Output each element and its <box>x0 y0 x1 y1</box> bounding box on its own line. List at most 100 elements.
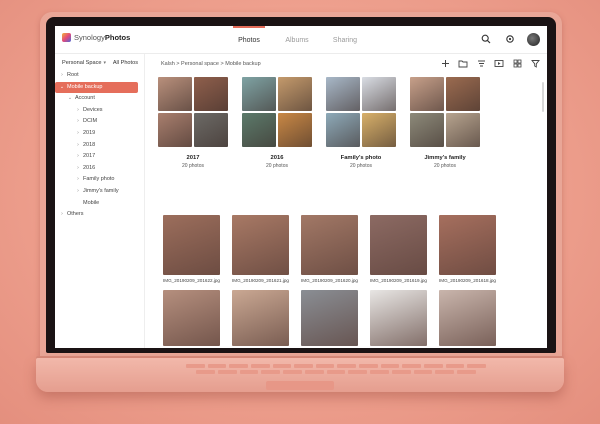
chevron-right-icon[interactable]: › <box>75 163 81 175</box>
app-logo: SynologyPhotos <box>62 33 130 42</box>
photo-item[interactable] <box>439 290 496 346</box>
chevron-down-icon[interactable]: ⌄ <box>59 82 65 94</box>
sidebar: Personal Space ▾ All Photos › Root ⌄ Mobile… <box>55 54 145 348</box>
album-thumb-photo <box>158 77 192 111</box>
photo-grid: IMG_20190209_201622.jpg IMG_20190209_2016… <box>163 215 496 346</box>
tab-photos[interactable]: Photos <box>225 26 273 54</box>
sidebar-item-devices[interactable]: › Devices <box>55 105 144 117</box>
photo-thumbnail[interactable] <box>232 290 289 346</box>
sidebar-item-label: Root <box>67 72 79 78</box>
photo-filename: IMG_20190209_201620.jpg <box>301 278 358 283</box>
folder-add-icon[interactable] <box>457 57 469 69</box>
album-thumb-photo <box>446 113 480 147</box>
chevron-right-icon[interactable]: › <box>75 140 81 152</box>
sidebar-item-2019[interactable]: › 2019 <box>55 128 144 140</box>
sidebar-item-label: 2018 <box>83 141 96 148</box>
photo-item[interactable] <box>301 290 358 346</box>
photo-item[interactable]: IMG_20190209_201618.jpg <box>439 215 496 283</box>
sidebar-item-label: 2017 <box>83 153 96 160</box>
main-content: Kalsh > Personal space > Mobile backup 2… <box>146 54 547 348</box>
album-photo-count: 20 photos <box>350 163 372 169</box>
chevron-down-icon[interactable]: ⌄ <box>67 93 73 105</box>
photo-item[interactable] <box>370 290 427 346</box>
album-card[interactable]: 2016 20 photos <box>242 77 312 169</box>
sidebar-item-dcim[interactable]: › DCIM <box>55 116 144 128</box>
photo-item[interactable]: IMG_20190209_201619.jpg <box>370 215 427 283</box>
chevron-right-icon[interactable]: › <box>59 70 65 82</box>
add-icon[interactable] <box>439 57 451 69</box>
sidebar-item-mobile[interactable]: Mobile <box>55 198 144 210</box>
album-card[interactable]: 2017 20 photos <box>158 77 228 169</box>
sidebar-item-jimmy-s-family[interactable]: › Jimmy's family <box>55 186 144 198</box>
photo-thumbnail[interactable] <box>163 215 220 275</box>
search-icon[interactable] <box>479 32 493 46</box>
photo-item[interactable]: IMG_20190209_201621.jpg <box>232 215 289 283</box>
album-card[interactable]: Family's photo 20 photos <box>326 77 396 169</box>
toolbar <box>439 57 541 69</box>
scrollbar[interactable] <box>542 82 544 112</box>
sidebar-item-2018[interactable]: › 2018 <box>55 140 144 152</box>
app-header: SynologyPhotos Photos Albums Sharing <box>55 26 547 54</box>
chevron-right-icon[interactable]: › <box>75 151 81 163</box>
chevron-right-icon[interactable]: › <box>75 128 81 140</box>
sidebar-item-others[interactable]: › Others <box>55 209 144 221</box>
photo-thumbnail[interactable] <box>439 290 496 346</box>
sidebar-item-family-photo[interactable]: › Family photo <box>55 174 144 186</box>
touchpad <box>266 381 334 390</box>
sidebar-item-mobile-backup[interactable]: ⌄ Mobile backup <box>55 81 138 94</box>
settings-icon[interactable] <box>503 32 517 46</box>
sidebar-item-label: 2016 <box>83 164 96 171</box>
chevron-right-icon[interactable]: › <box>75 105 81 117</box>
app-window: SynologyPhotos Photos Albums Sharing Per… <box>55 26 547 348</box>
chevron-right-icon[interactable]: › <box>75 116 81 128</box>
album-thumb-photo <box>242 113 276 147</box>
header-actions <box>479 32 540 46</box>
photo-filename: IMG_20190209_201621.jpg <box>232 278 289 283</box>
photo-filename: IMG_20190209_201618.jpg <box>439 278 496 283</box>
album-thumb-photo <box>242 77 276 111</box>
photo-thumbnail[interactable] <box>370 290 427 346</box>
synology-logo-icon <box>62 33 71 42</box>
space-selector[interactable]: Personal Space ▾ <box>62 60 106 66</box>
tab-sharing[interactable]: Sharing <box>321 26 369 54</box>
chevron-right-icon[interactable]: › <box>75 186 81 198</box>
album-thumb-photo <box>278 77 312 111</box>
photo-thumbnail[interactable] <box>439 215 496 275</box>
slideshow-icon[interactable] <box>493 57 505 69</box>
tab-albums[interactable]: Albums <box>273 26 321 54</box>
sidebar-item-label: DCIM <box>83 118 98 125</box>
photo-item[interactable]: IMG_20190209_201620.jpg <box>301 215 358 283</box>
photo-thumbnail[interactable] <box>370 215 427 275</box>
photo-thumbnail[interactable] <box>301 215 358 275</box>
sort-icon[interactable] <box>475 57 487 69</box>
album-thumb-photo <box>278 113 312 147</box>
photo-thumbnail[interactable] <box>232 215 289 275</box>
album-thumb-photo <box>446 77 480 111</box>
sidebar-item-account[interactable]: ⌄ Account <box>55 93 144 105</box>
album-thumb-photo <box>326 113 360 147</box>
album-row: 2017 20 photos 2016 20 photos Family's photo… <box>158 77 480 169</box>
all-photos-link[interactable]: All Photos <box>113 60 138 66</box>
album-title: Family's photo <box>340 155 382 161</box>
album-photo-count: 20 photos <box>182 163 204 169</box>
photo-item[interactable]: IMG_20190209_201622.jpg <box>163 215 220 283</box>
album-thumb-photo <box>158 113 192 147</box>
photo-thumbnail[interactable] <box>163 290 220 346</box>
photo-thumbnail[interactable] <box>301 290 358 346</box>
album-card[interactable]: Jimmy's family 20 photos <box>410 77 480 169</box>
album-photo-count: 20 photos <box>266 163 288 169</box>
sidebar-item-2016[interactable]: › 2016 <box>55 163 144 175</box>
sidebar-header: Personal Space ▾ All Photos <box>55 54 144 70</box>
avatar[interactable] <box>527 32 540 46</box>
album-title: Jimmy's family <box>424 155 466 161</box>
sidebar-item-label: Jimmy's family <box>83 187 119 194</box>
sidebar-item-root[interactable]: › Root <box>55 70 144 82</box>
photo-item[interactable] <box>163 290 220 346</box>
chevron-right-icon[interactable]: › <box>75 174 81 186</box>
sidebar-item-2017[interactable]: › 2017 <box>55 151 144 163</box>
photo-item[interactable] <box>232 290 289 346</box>
filter-icon[interactable] <box>529 57 541 69</box>
space-selector-label: Personal Space <box>62 60 102 66</box>
chevron-right-icon[interactable]: › <box>59 209 65 221</box>
grid-view-icon[interactable] <box>511 57 523 69</box>
